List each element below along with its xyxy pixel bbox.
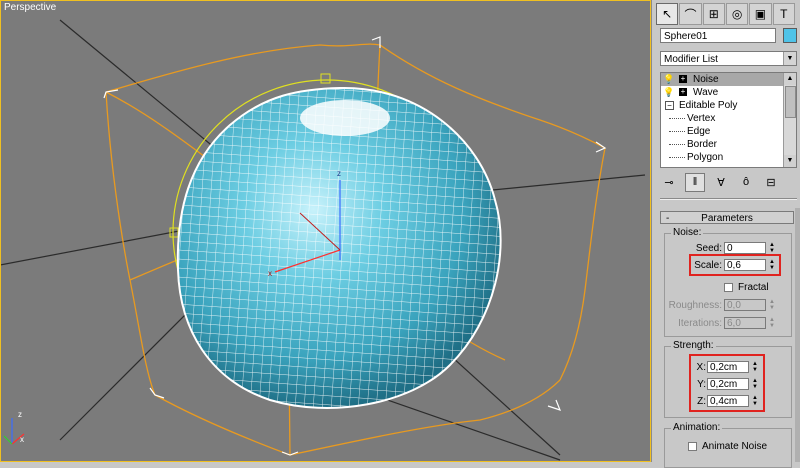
chevron-down-icon[interactable]: ▼ — [783, 52, 796, 65]
stack-sub-vertex[interactable]: Vertex — [661, 112, 796, 125]
pin-stack-icon[interactable]: ⊸ — [660, 174, 678, 191]
show-end-result-icon[interactable]: ‖ — [685, 172, 705, 192]
command-panel: ↖ ⌒ ⊞ ◎ ▣ T Sphere01 Modifier List ▼ 💡 +… — [651, 0, 800, 468]
sub-object-label: Vertex — [687, 113, 716, 124]
svg-text:z: z — [337, 169, 341, 178]
utilities-tab-icon[interactable]: T — [772, 3, 795, 25]
strength-x-label: X: — [696, 362, 706, 373]
sub-object-label: Polygon — [687, 152, 724, 163]
motion-tab-icon[interactable]: ◎ — [725, 3, 749, 25]
stack-sub-border[interactable]: Border — [661, 138, 796, 151]
animation-group-title: Animation: — [671, 422, 723, 433]
display-tab-icon[interactable]: ▣ — [749, 3, 772, 25]
scale-field[interactable]: 0,6 — [724, 259, 766, 271]
strength-group-title: Strength: — [671, 340, 716, 351]
stack-sub-edge[interactable]: Edge — [661, 125, 796, 138]
stack-item-editable-poly[interactable]: − Editable Poly — [661, 99, 796, 112]
roughness-label: Roughness: — [668, 300, 722, 311]
lightbulb-icon[interactable]: 💡 — [663, 87, 674, 98]
modifier-list-dropdown[interactable]: Modifier List ▼ — [660, 51, 797, 66]
modifier-list-label: Modifier List — [664, 54, 718, 65]
stack-item-wave[interactable]: 💡 + Wave — [661, 86, 796, 99]
configure-sets-icon[interactable]: ⊟ — [762, 174, 780, 191]
create-tab-icon[interactable]: ↖ — [656, 3, 679, 25]
animate-noise-label: Animate Noise — [702, 441, 768, 452]
strength-z-spinner[interactable]: ▲ ▼ — [751, 395, 759, 407]
parameters-rollout-header[interactable]: - Parameters — [660, 211, 794, 224]
collapse-icon[interactable]: − — [665, 101, 674, 110]
strength-z-label: Z: — [697, 396, 706, 407]
scale-label: Scale: — [694, 260, 722, 271]
expand-icon[interactable]: + — [679, 75, 687, 83]
scroll-up-icon[interactable]: ▲ — [784, 73, 796, 85]
sub-object-label: Edge — [687, 126, 711, 137]
rollout-title: Parameters — [701, 213, 753, 224]
stack-item-label: Noise — [693, 74, 719, 85]
sub-object-label: Border — [687, 139, 718, 150]
scroll-down-icon[interactable]: ▼ — [784, 155, 796, 167]
noise-group-title: Noise: — [671, 227, 704, 238]
strength-x-spinner[interactable]: ▲ ▼ — [751, 361, 759, 373]
parameters-scrollbar[interactable] — [795, 208, 800, 462]
make-unique-icon[interactable]: ∀ — [712, 174, 730, 191]
scale-spinner[interactable]: ▲ ▼ — [768, 259, 776, 271]
modify-tab-icon[interactable]: ⌒ — [679, 3, 702, 25]
strength-y-spinner[interactable]: ▲ ▼ — [751, 378, 759, 390]
iterations-field[interactable]: 6,0 — [724, 317, 766, 329]
stack-scrollbar[interactable]: ▲ ▼ — [783, 73, 796, 167]
expand-icon[interactable]: + — [679, 88, 687, 96]
gizmo-z-label: z — [18, 410, 22, 419]
remove-modifier-icon[interactable]: ô — [737, 174, 755, 191]
scene-render[interactable]: z x — [0, 0, 651, 462]
panel-divider — [660, 198, 797, 200]
stack-toolbar: ⊸ ‖ ∀ ô ⊟ — [660, 172, 797, 192]
tree-line — [669, 144, 685, 145]
strength-y-label: Y: — [697, 379, 706, 390]
rollout-toggle[interactable]: - — [666, 212, 669, 225]
lightbulb-icon[interactable]: 💡 — [663, 74, 674, 85]
scroll-thumb[interactable] — [785, 86, 796, 118]
object-name-field[interactable]: Sphere01 — [660, 28, 776, 43]
seed-field[interactable]: 0 — [724, 242, 766, 254]
seed-spinner[interactable]: ▲ ▼ — [768, 242, 776, 254]
gizmo-x-label: x — [20, 435, 24, 444]
seed-label: Seed: — [695, 243, 722, 254]
stack-item-noise[interactable]: 💡 + Noise — [661, 73, 796, 86]
perspective-viewport[interactable]: z x Perspective z x — [0, 0, 651, 462]
strength-z-field[interactable]: 0,4cm — [707, 395, 749, 407]
tree-line — [669, 157, 685, 158]
stack-item-label: Wave — [693, 87, 719, 98]
svg-text:x: x — [268, 269, 272, 278]
object-color-swatch[interactable] — [783, 28, 797, 43]
strength-y-field[interactable]: 0,2cm — [707, 378, 749, 390]
fractal-label: Fractal — [738, 282, 769, 293]
iterations-label: Iterations: — [678, 318, 722, 329]
iterations-spinner[interactable]: ▲ ▼ — [768, 317, 776, 329]
stack-sub-polygon[interactable]: Polygon — [661, 151, 796, 164]
roughness-field[interactable]: 0,0 — [724, 299, 766, 311]
modifier-stack[interactable]: 💡 + Noise 💡 + Wave − Editable Poly Verte… — [660, 72, 797, 168]
animate-noise-checkbox[interactable] — [688, 442, 697, 451]
roughness-spinner[interactable]: ▲ ▼ — [768, 299, 776, 311]
hierarchy-tab-icon[interactable]: ⊞ — [702, 3, 725, 25]
command-panel-tabs: ↖ ⌒ ⊞ ◎ ▣ T — [656, 3, 796, 25]
tree-line — [669, 118, 685, 119]
tree-line — [669, 131, 685, 132]
fractal-checkbox[interactable] — [724, 283, 733, 292]
stack-item-label: Editable Poly — [679, 100, 738, 111]
strength-x-field[interactable]: 0,2cm — [707, 361, 749, 373]
viewport-label[interactable]: Perspective — [4, 2, 56, 13]
